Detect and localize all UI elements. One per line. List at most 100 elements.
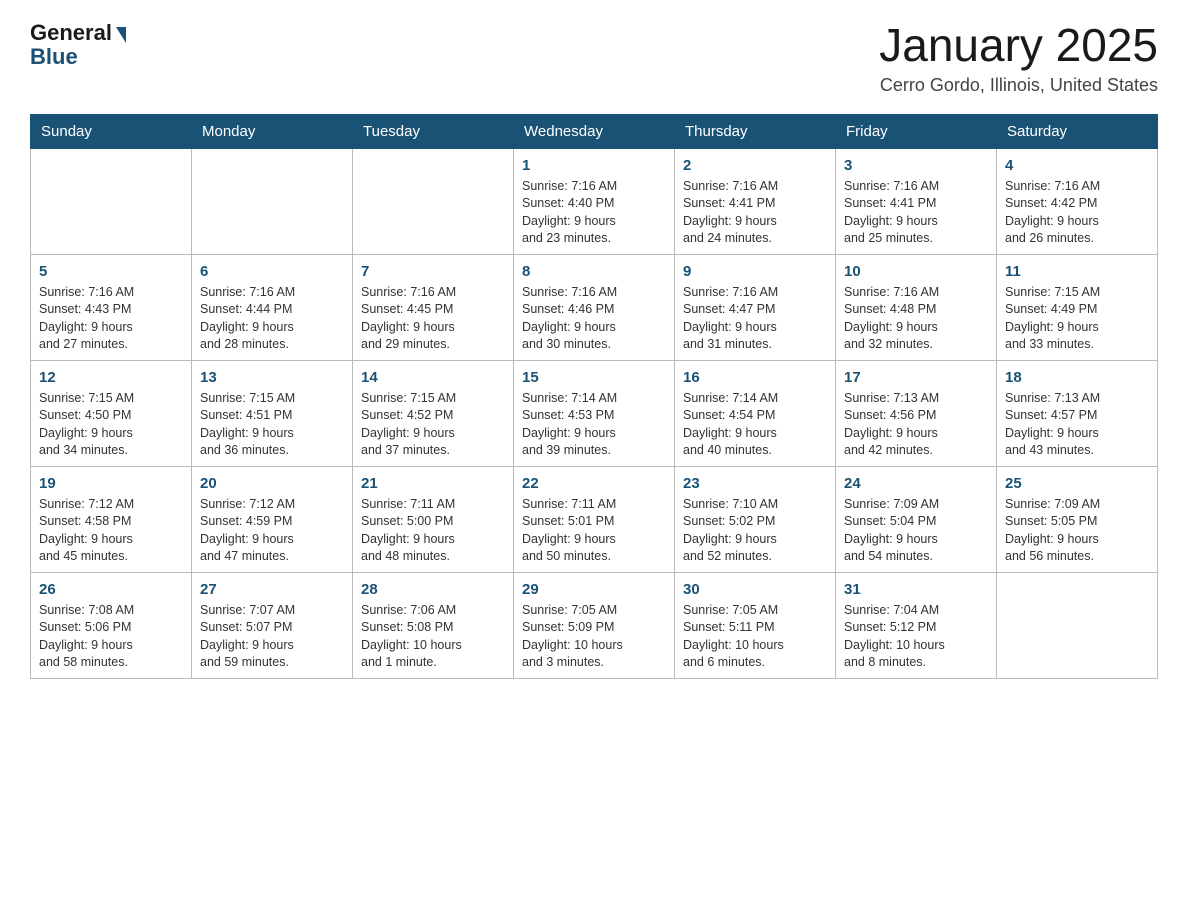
calendar-cell: 10Sunrise: 7:16 AM Sunset: 4:48 PM Dayli… xyxy=(836,254,997,360)
calendar-week-row: 19Sunrise: 7:12 AM Sunset: 4:58 PM Dayli… xyxy=(31,466,1158,572)
day-number: 7 xyxy=(361,261,505,282)
calendar-cell: 25Sunrise: 7:09 AM Sunset: 5:05 PM Dayli… xyxy=(997,466,1158,572)
day-number: 14 xyxy=(361,367,505,388)
title-section: January 2025 Cerro Gordo, Illinois, Unit… xyxy=(879,20,1158,96)
calendar-cell: 13Sunrise: 7:15 AM Sunset: 4:51 PM Dayli… xyxy=(192,360,353,466)
calendar-cell: 4Sunrise: 7:16 AM Sunset: 4:42 PM Daylig… xyxy=(997,148,1158,254)
day-info: Sunrise: 7:16 AM Sunset: 4:47 PM Dayligh… xyxy=(683,284,827,354)
day-info: Sunrise: 7:16 AM Sunset: 4:41 PM Dayligh… xyxy=(683,178,827,248)
calendar-cell: 18Sunrise: 7:13 AM Sunset: 4:57 PM Dayli… xyxy=(997,360,1158,466)
day-number: 21 xyxy=(361,473,505,494)
calendar-cell: 29Sunrise: 7:05 AM Sunset: 5:09 PM Dayli… xyxy=(514,572,675,678)
day-number: 31 xyxy=(844,579,988,600)
calendar-cell: 31Sunrise: 7:04 AM Sunset: 5:12 PM Dayli… xyxy=(836,572,997,678)
day-info: Sunrise: 7:15 AM Sunset: 4:50 PM Dayligh… xyxy=(39,390,183,460)
day-info: Sunrise: 7:16 AM Sunset: 4:41 PM Dayligh… xyxy=(844,178,988,248)
calendar-cell: 26Sunrise: 7:08 AM Sunset: 5:06 PM Dayli… xyxy=(31,572,192,678)
calendar-cell: 24Sunrise: 7:09 AM Sunset: 5:04 PM Dayli… xyxy=(836,466,997,572)
calendar-cell xyxy=(997,572,1158,678)
day-info: Sunrise: 7:16 AM Sunset: 4:42 PM Dayligh… xyxy=(1005,178,1149,248)
day-info: Sunrise: 7:08 AM Sunset: 5:06 PM Dayligh… xyxy=(39,602,183,672)
calendar-week-row: 12Sunrise: 7:15 AM Sunset: 4:50 PM Dayli… xyxy=(31,360,1158,466)
calendar-week-row: 1Sunrise: 7:16 AM Sunset: 4:40 PM Daylig… xyxy=(31,148,1158,254)
day-info: Sunrise: 7:12 AM Sunset: 4:59 PM Dayligh… xyxy=(200,496,344,566)
day-number: 29 xyxy=(522,579,666,600)
day-number: 3 xyxy=(844,155,988,176)
calendar-cell: 8Sunrise: 7:16 AM Sunset: 4:46 PM Daylig… xyxy=(514,254,675,360)
day-info: Sunrise: 7:15 AM Sunset: 4:52 PM Dayligh… xyxy=(361,390,505,460)
day-number: 4 xyxy=(1005,155,1149,176)
calendar-cell xyxy=(192,148,353,254)
day-info: Sunrise: 7:11 AM Sunset: 5:01 PM Dayligh… xyxy=(522,496,666,566)
day-info: Sunrise: 7:12 AM Sunset: 4:58 PM Dayligh… xyxy=(39,496,183,566)
logo: General Blue xyxy=(30,20,126,70)
day-info: Sunrise: 7:15 AM Sunset: 4:51 PM Dayligh… xyxy=(200,390,344,460)
day-info: Sunrise: 7:15 AM Sunset: 4:49 PM Dayligh… xyxy=(1005,284,1149,354)
day-info: Sunrise: 7:16 AM Sunset: 4:48 PM Dayligh… xyxy=(844,284,988,354)
day-number: 17 xyxy=(844,367,988,388)
day-info: Sunrise: 7:04 AM Sunset: 5:12 PM Dayligh… xyxy=(844,602,988,672)
day-number: 11 xyxy=(1005,261,1149,282)
day-info: Sunrise: 7:07 AM Sunset: 5:07 PM Dayligh… xyxy=(200,602,344,672)
day-number: 16 xyxy=(683,367,827,388)
day-number: 18 xyxy=(1005,367,1149,388)
day-number: 30 xyxy=(683,579,827,600)
calendar-cell: 11Sunrise: 7:15 AM Sunset: 4:49 PM Dayli… xyxy=(997,254,1158,360)
column-header-monday: Monday xyxy=(192,114,353,148)
day-number: 13 xyxy=(200,367,344,388)
day-number: 22 xyxy=(522,473,666,494)
day-info: Sunrise: 7:16 AM Sunset: 4:43 PM Dayligh… xyxy=(39,284,183,354)
calendar-cell: 28Sunrise: 7:06 AM Sunset: 5:08 PM Dayli… xyxy=(353,572,514,678)
calendar-cell: 14Sunrise: 7:15 AM Sunset: 4:52 PM Dayli… xyxy=(353,360,514,466)
calendar-cell: 30Sunrise: 7:05 AM Sunset: 5:11 PM Dayli… xyxy=(675,572,836,678)
day-number: 28 xyxy=(361,579,505,600)
column-header-tuesday: Tuesday xyxy=(353,114,514,148)
calendar-cell: 5Sunrise: 7:16 AM Sunset: 4:43 PM Daylig… xyxy=(31,254,192,360)
day-number: 6 xyxy=(200,261,344,282)
day-info: Sunrise: 7:09 AM Sunset: 5:04 PM Dayligh… xyxy=(844,496,988,566)
day-number: 20 xyxy=(200,473,344,494)
column-header-friday: Friday xyxy=(836,114,997,148)
logo-general-text: General xyxy=(30,20,112,46)
calendar-cell: 15Sunrise: 7:14 AM Sunset: 4:53 PM Dayli… xyxy=(514,360,675,466)
calendar-cell: 6Sunrise: 7:16 AM Sunset: 4:44 PM Daylig… xyxy=(192,254,353,360)
calendar-header-row: SundayMondayTuesdayWednesdayThursdayFrid… xyxy=(31,114,1158,148)
page-header: General Blue January 2025 Cerro Gordo, I… xyxy=(30,20,1158,96)
day-number: 27 xyxy=(200,579,344,600)
day-number: 19 xyxy=(39,473,183,494)
calendar-cell: 7Sunrise: 7:16 AM Sunset: 4:45 PM Daylig… xyxy=(353,254,514,360)
calendar-table: SundayMondayTuesdayWednesdayThursdayFrid… xyxy=(30,114,1158,679)
calendar-week-row: 5Sunrise: 7:16 AM Sunset: 4:43 PM Daylig… xyxy=(31,254,1158,360)
calendar-cell: 20Sunrise: 7:12 AM Sunset: 4:59 PM Dayli… xyxy=(192,466,353,572)
calendar-cell xyxy=(353,148,514,254)
day-number: 15 xyxy=(522,367,666,388)
calendar-cell: 16Sunrise: 7:14 AM Sunset: 4:54 PM Dayli… xyxy=(675,360,836,466)
day-info: Sunrise: 7:05 AM Sunset: 5:09 PM Dayligh… xyxy=(522,602,666,672)
column-header-thursday: Thursday xyxy=(675,114,836,148)
day-info: Sunrise: 7:13 AM Sunset: 4:56 PM Dayligh… xyxy=(844,390,988,460)
day-number: 5 xyxy=(39,261,183,282)
day-number: 2 xyxy=(683,155,827,176)
calendar-cell: 27Sunrise: 7:07 AM Sunset: 5:07 PM Dayli… xyxy=(192,572,353,678)
location-title: Cerro Gordo, Illinois, United States xyxy=(879,75,1158,96)
calendar-cell: 19Sunrise: 7:12 AM Sunset: 4:58 PM Dayli… xyxy=(31,466,192,572)
day-info: Sunrise: 7:11 AM Sunset: 5:00 PM Dayligh… xyxy=(361,496,505,566)
day-info: Sunrise: 7:14 AM Sunset: 4:54 PM Dayligh… xyxy=(683,390,827,460)
day-info: Sunrise: 7:05 AM Sunset: 5:11 PM Dayligh… xyxy=(683,602,827,672)
day-info: Sunrise: 7:16 AM Sunset: 4:46 PM Dayligh… xyxy=(522,284,666,354)
day-info: Sunrise: 7:16 AM Sunset: 4:40 PM Dayligh… xyxy=(522,178,666,248)
day-number: 12 xyxy=(39,367,183,388)
column-header-wednesday: Wednesday xyxy=(514,114,675,148)
day-info: Sunrise: 7:16 AM Sunset: 4:45 PM Dayligh… xyxy=(361,284,505,354)
calendar-cell: 23Sunrise: 7:10 AM Sunset: 5:02 PM Dayli… xyxy=(675,466,836,572)
day-number: 1 xyxy=(522,155,666,176)
day-info: Sunrise: 7:13 AM Sunset: 4:57 PM Dayligh… xyxy=(1005,390,1149,460)
day-info: Sunrise: 7:14 AM Sunset: 4:53 PM Dayligh… xyxy=(522,390,666,460)
day-info: Sunrise: 7:09 AM Sunset: 5:05 PM Dayligh… xyxy=(1005,496,1149,566)
day-number: 9 xyxy=(683,261,827,282)
calendar-cell: 17Sunrise: 7:13 AM Sunset: 4:56 PM Dayli… xyxy=(836,360,997,466)
calendar-cell xyxy=(31,148,192,254)
calendar-cell: 22Sunrise: 7:11 AM Sunset: 5:01 PM Dayli… xyxy=(514,466,675,572)
day-info: Sunrise: 7:10 AM Sunset: 5:02 PM Dayligh… xyxy=(683,496,827,566)
day-number: 24 xyxy=(844,473,988,494)
